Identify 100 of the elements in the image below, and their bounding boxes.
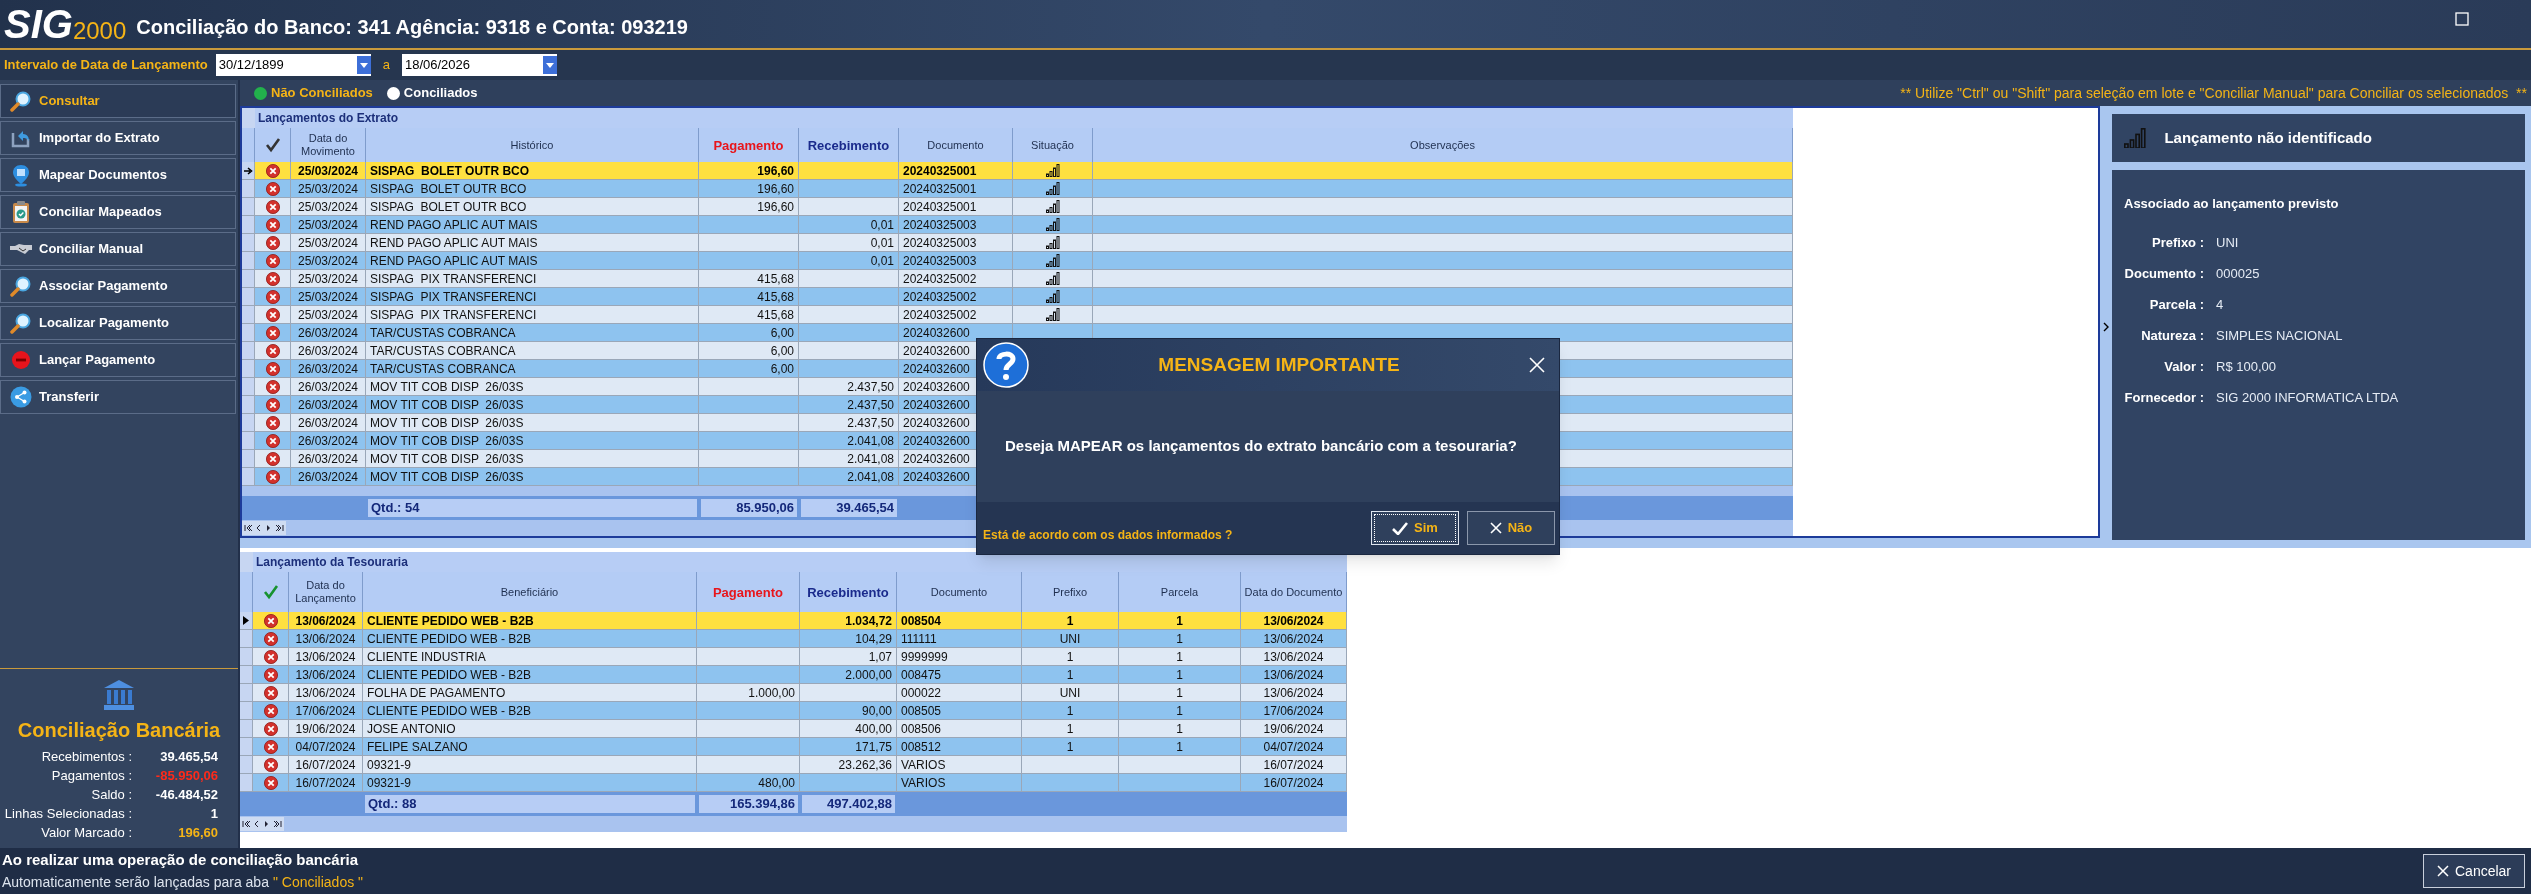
table-cell-text: MOV TIT COB DISP 26/03S (370, 432, 524, 450)
table-cell-text: SISPAG BOLET OUTR BCO (370, 162, 530, 180)
row-count: Qtd.: 54 (371, 499, 420, 518)
table-cell-text: 2024032600 (903, 450, 970, 468)
table-cell-text: 17/06/2024 (295, 702, 356, 720)
table-cell-text: 415,68 (757, 288, 794, 306)
table-cell-text: 17/06/2024 (1263, 702, 1324, 720)
table-cell-text: 16/07/2024 (295, 774, 356, 792)
table-cell-text: 19/06/2024 (1263, 720, 1324, 738)
panel-title: Lançamento da Tesouraria (255, 554, 408, 571)
field-label: Fornecedor : (2124, 389, 2204, 408)
table-cell-text: 25/03/2024 (297, 270, 359, 288)
table-cell-text: 171,75 (855, 738, 892, 756)
field-value: UNI (2216, 234, 2239, 253)
table-cell-text: 1 (1176, 612, 1183, 630)
table-cell-text: MOV TIT COB DISP 26/03S (370, 378, 524, 396)
table-cell-text: 20240325002 (903, 306, 977, 324)
field-value: SIG 2000 INFORMATICA LTDA (2216, 389, 2399, 408)
table-cell-text: 13/06/2024 (1263, 684, 1324, 702)
table-cell-text: SISPAG BOLET OUTR BCO (370, 180, 527, 198)
summary-value: 196,60 (177, 823, 219, 842)
table-cell-text: 2.041,08 (847, 450, 894, 468)
status-title: Lançamento não identificado (2164, 127, 2372, 148)
payment-total: 85.950,06 (736, 499, 794, 518)
table-cell-text: 26/03/2024 (297, 414, 359, 432)
field-value: 000025 (2216, 265, 2260, 284)
table-cell-text: 13/06/2024 (295, 648, 356, 666)
date-range-label: Intervalo de Data de Lançamento (4, 56, 208, 75)
table-cell-text: 415,68 (757, 306, 794, 324)
table-cell-text: 008512 (901, 738, 942, 756)
table-cell-text: CLIENTE PEDIDO WEB - B2B (367, 612, 534, 630)
table-cell-text: VARIOS (901, 774, 946, 792)
summary-value: -85.950,06 (154, 766, 219, 785)
logo: SIG (4, 4, 73, 44)
table-cell-text: MOV TIT COB DISP 26/03S (370, 414, 524, 432)
table-cell-text: 2.041,08 (847, 432, 894, 450)
table-cell-text: 2024032600 (903, 414, 970, 432)
table-cell-text: FELIPE SALZANO (367, 738, 468, 756)
dialog-question: Está de acordo com os dados informados ? (983, 527, 1234, 544)
table-cell-text: 26/03/2024 (297, 378, 359, 396)
table-cell-text: 2024032600 (903, 396, 970, 414)
payment-total: 165.394,86 (729, 795, 795, 814)
table-cell-text: 26/03/2024 (297, 432, 359, 450)
table-cell-text: 008506 (901, 720, 942, 738)
summary-title: Conciliação Bancária (17, 718, 221, 743)
table-cell-text: 25/03/2024 (297, 252, 359, 270)
info-title: Ao realizar uma operação de conciliação bancária (2, 850, 359, 871)
range-separator: a (382, 56, 390, 75)
table-cell-text: 09321-9 (367, 774, 412, 792)
logo-number: 2000 (72, 18, 127, 44)
table-cell-text: 20240325001 (903, 162, 977, 180)
table-cell-text: 2024032600 (903, 360, 970, 378)
table-cell-text: FOLHA DE PAGAMENTO (367, 684, 506, 702)
table-cell-text: CLIENTE PEDIDO WEB - B2B (367, 702, 532, 720)
table-cell-text: 16/07/2024 (1263, 774, 1324, 792)
table-cell-text: 09321-9 (367, 756, 412, 774)
tab-name: " Conciliados " (272, 872, 364, 892)
table-cell-text: 26/03/2024 (297, 450, 359, 468)
summary-label: Recebimentos : (40, 747, 132, 766)
table-cell-text: 2.437,50 (847, 378, 894, 396)
detail-subtitle: Associado ao lançamento previsto (2124, 195, 2340, 213)
table-cell-text: 104,29 (855, 630, 892, 648)
table-cell-text: MOV TIT COB DISP 26/03S (370, 468, 524, 486)
table-cell-text: 1 (1176, 630, 1183, 648)
table-cell-text: 196,60 (757, 162, 794, 180)
table-cell-text: 16/07/2024 (1263, 756, 1324, 774)
table-cell-text: 1.000,00 (748, 684, 795, 702)
table-cell-text: 1 (1176, 684, 1183, 702)
table-cell-text: CLIENTE INDUSTRIA (367, 648, 486, 666)
table-cell-text: 008504 (901, 612, 942, 630)
table-cell-text: 1 (1066, 738, 1074, 756)
field-value: SIMPLES NACIONAL (2216, 327, 2343, 346)
table-cell-text: 20240325002 (903, 270, 977, 288)
table-cell-text: CLIENTE PEDIDO WEB - B2B (367, 630, 532, 648)
table-cell-text: 1,07 (868, 648, 892, 666)
info-text: Automaticamente serão lançadas para aba (2, 872, 269, 892)
table-cell-text: 2.437,50 (847, 414, 894, 432)
table-cell-text: SISPAG PIX TRANSFERENCI (370, 270, 537, 288)
table-cell-text: 13/06/2024 (295, 684, 356, 702)
table-cell-text: 20240325002 (903, 288, 977, 306)
table-cell-text: REND PAGO APLIC AUT MAIS (370, 216, 538, 234)
table-cell-text: SISPAG PIX TRANSFERENCI (370, 306, 537, 324)
table-cell-text: 25/03/2024 (297, 198, 359, 216)
field-label: Documento : (2124, 265, 2204, 284)
table-cell-text: TAR/CUSTAS COBRANCA (370, 324, 516, 342)
table-cell-text: 415,68 (757, 270, 794, 288)
field-label: Valor : (2163, 358, 2204, 377)
table-cell-text: 20240325001 (903, 180, 977, 198)
table-cell-text: 20240325003 (903, 234, 977, 252)
table-cell-text: 26/03/2024 (297, 396, 359, 414)
hint-text: ** Utilize "Ctrl" ou "Shift" para seleção em lote e "Conciliar Manual" para Conciliar os selecionados ** (1900, 83, 2528, 103)
panel-title: Lançamentos do Extrato (257, 110, 399, 127)
table-cell-text: SISPAG BOLET OUTR BCO (370, 198, 527, 216)
table-cell-text: 26/03/2024 (297, 360, 359, 378)
dialog-title: MENSAGEM IMPORTANTE (1157, 352, 1401, 377)
table-cell-text: 2024032600 (903, 378, 970, 396)
table-cell-text: 2024032600 (903, 342, 970, 360)
window-title: Conciliação do Banco: 341 Agência: 9318 e Conta: 093219 (136, 15, 688, 40)
table-cell-text: 25/03/2024 (297, 288, 359, 306)
table-cell-text: 20240325001 (903, 198, 977, 216)
